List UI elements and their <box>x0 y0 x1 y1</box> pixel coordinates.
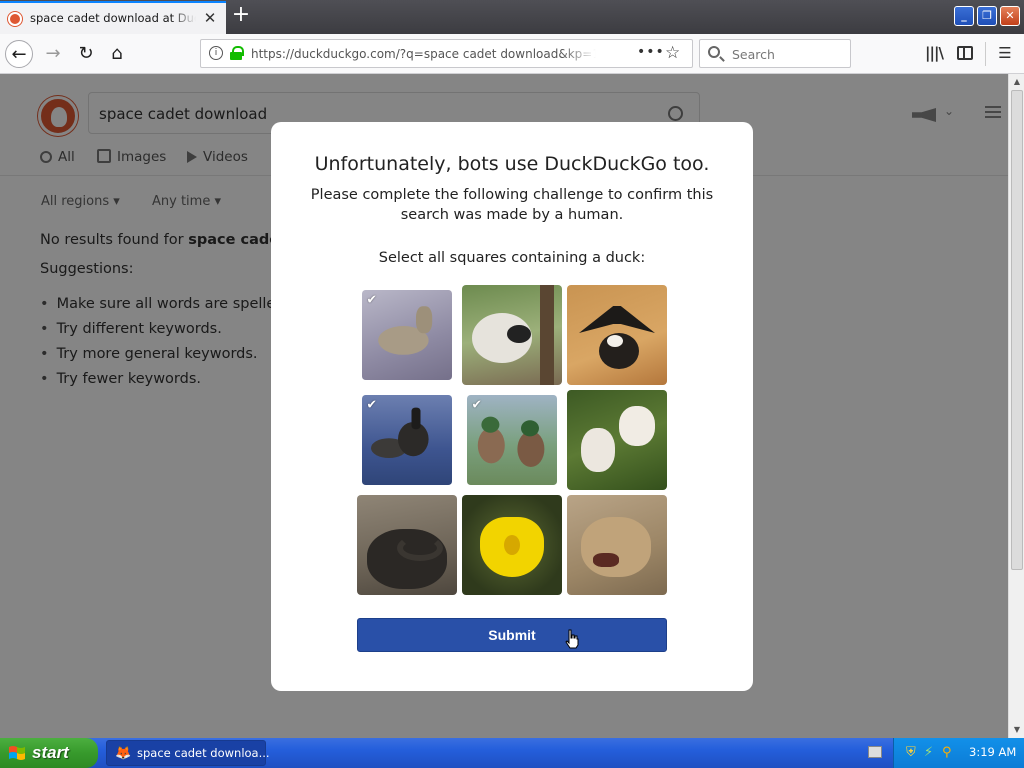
duck-head-shape <box>481 416 500 433</box>
tab-title: space cadet download at DuckDuckGo <box>30 11 196 25</box>
taskbar-window-button[interactable]: 🦊 space cadet downloa... <box>106 740 270 766</box>
clock: 3:19 AM <box>969 745 1017 759</box>
address-bar[interactable]: i https://duckduckgo.com/?q=space cadet … <box>200 39 693 68</box>
vulture-wings-shape <box>579 306 655 333</box>
captcha-tile-dogs[interactable] <box>567 390 667 490</box>
captcha-image-grid: ✔ ✔ ✔ <box>357 285 667 595</box>
hand-cursor-icon <box>565 629 579 649</box>
library-icon[interactable]: |||\ <box>925 44 944 62</box>
site-info-icon[interactable]: i <box>209 46 223 60</box>
captcha-tile-geese[interactable]: ✔ <box>362 395 452 485</box>
captcha-tile-yellow-flower[interactable] <box>462 495 562 595</box>
bookmark-star-icon[interactable]: ☆ <box>665 43 680 63</box>
taskbar-window-label: space cadet downloa... <box>137 746 270 760</box>
goose-neck-shape <box>411 407 421 430</box>
checkmark-icon: ✔ <box>366 397 378 413</box>
scrollbar-thumb[interactable] <box>1011 90 1023 570</box>
lioness-head-shape <box>581 517 651 577</box>
navigation-toolbar: ← → ↻ ⌂ i https://duckduckgo.com/?q=spac… <box>0 34 1024 74</box>
vertical-scrollbar[interactable]: ▲ ▼ <box>1008 74 1024 738</box>
search-icon <box>708 46 720 58</box>
network-icon[interactable]: ⚡ <box>924 745 933 760</box>
browser-tab[interactable]: space cadet download at DuckDuckGo ✕ <box>0 1 226 34</box>
system-tray: ⛨ ⚡ ⚲ 3:19 AM <box>893 738 1024 768</box>
sidebar-icon[interactable] <box>957 46 973 60</box>
tree-trunk-shape <box>540 285 554 385</box>
search-tray-icon[interactable]: ⚲ <box>942 745 952 760</box>
dialog-title: Unfortunately, bots use DuckDuckGo too. <box>314 153 710 175</box>
hamburger-menu-icon[interactable]: ☰ <box>996 44 1014 62</box>
vulture-ruff-shape <box>607 335 623 347</box>
back-button[interactable]: ← <box>5 40 33 68</box>
captcha-tile-duck[interactable]: ✔ <box>362 290 452 380</box>
scroll-down-arrow-icon[interactable]: ▼ <box>1011 724 1023 736</box>
taskbar: start 🦊 space cadet downloa... ⛨ ⚡ ⚲ 3:1… <box>0 738 1024 768</box>
browser-search-input[interactable]: Search <box>699 39 851 68</box>
duck-head-shape <box>521 420 539 437</box>
minimize-window-button[interactable]: _ <box>954 6 974 26</box>
windows-flag-icon <box>9 746 25 760</box>
home-button[interactable]: ⌂ <box>103 40 131 68</box>
captcha-dialog: Unfortunately, bots use DuckDuckGo too. … <box>271 122 753 691</box>
search-placeholder: Search <box>732 47 775 62</box>
panda-patch-shape <box>507 325 531 343</box>
security-shield-icon[interactable]: ⛨ <box>906 745 916 760</box>
close-window-button[interactable]: ✕ <box>1000 6 1020 26</box>
dog-body-shape <box>619 406 655 446</box>
dog-body-shape <box>581 428 615 472</box>
scroll-up-arrow-icon[interactable]: ▲ <box>1011 76 1023 88</box>
captcha-tile-lioness[interactable] <box>567 495 667 595</box>
checkmark-icon: ✔ <box>366 292 378 308</box>
reload-button[interactable]: ↻ <box>72 40 100 68</box>
flower-center-shape <box>504 535 520 555</box>
buffalo-horn-shape <box>397 535 443 561</box>
captcha-tile-buffalo[interactable] <box>357 495 457 595</box>
new-tab-button[interactable]: + <box>230 4 252 28</box>
tab-bar: space cadet download at DuckDuckGo ✕ + _… <box>0 0 1024 34</box>
challenge-instruction: Select all squares containing a duck: <box>378 250 646 266</box>
duck-head-shape <box>416 306 433 334</box>
toolbar-separator <box>985 42 986 66</box>
duck-body-shape <box>517 431 545 467</box>
close-tab-icon[interactable]: ✕ <box>202 10 218 26</box>
captcha-tile-panda[interactable] <box>462 285 562 385</box>
dialog-subtitle: Please complete the following challenge … <box>310 187 714 223</box>
url-text[interactable]: https://duckduckgo.com/?q=space cadet do… <box>251 47 596 61</box>
keyboard-icon[interactable] <box>868 746 882 758</box>
lock-icon[interactable] <box>230 46 244 60</box>
page-actions-icon[interactable]: ••• <box>637 44 665 60</box>
start-button[interactable]: start <box>0 738 98 768</box>
checkmark-icon: ✔ <box>471 397 483 413</box>
browser-app-icon: 🦊 <box>115 746 132 761</box>
captcha-tile-ducks[interactable]: ✔ <box>467 395 557 485</box>
maximize-window-button[interactable]: ❐ <box>977 6 997 26</box>
forward-button[interactable]: → <box>39 40 67 68</box>
duck-body-shape <box>477 427 505 464</box>
duckduckgo-favicon-icon <box>8 12 22 26</box>
captcha-tile-vulture[interactable] <box>567 285 667 385</box>
lioness-mouth-shape <box>593 553 619 567</box>
start-label: start <box>32 743 69 762</box>
submit-button[interactable]: Submit <box>357 618 667 652</box>
